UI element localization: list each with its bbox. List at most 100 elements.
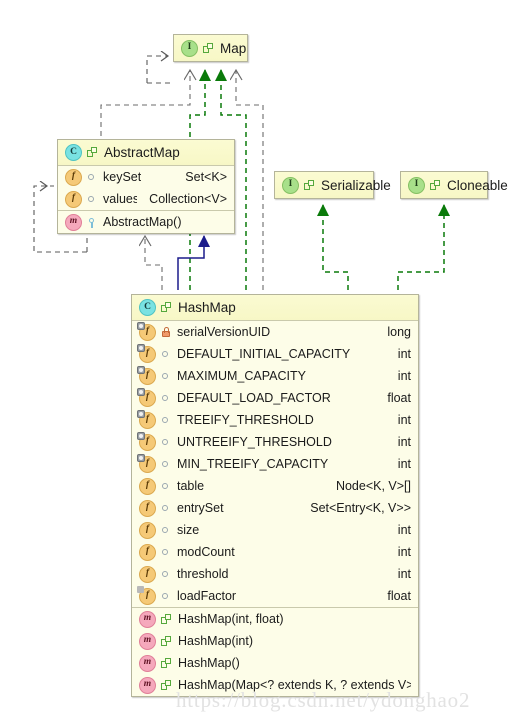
- field-icon: f: [65, 168, 82, 186]
- field-name: loadFactor: [177, 589, 237, 603]
- visibility-public-icon: [86, 194, 97, 205]
- visibility-public-icon: [160, 481, 171, 492]
- field-type: int: [397, 457, 411, 471]
- type-tag-icon: [203, 42, 214, 54]
- class-title-abstractmap: C AbstractMap: [58, 140, 234, 165]
- static-field-icon: f: [137, 453, 156, 473]
- visibility-public-icon: [160, 393, 171, 404]
- fields-compartment-abstractmap: f keySet Set<K> f values Collection<V>: [58, 165, 234, 210]
- field-name: threshold: [177, 567, 229, 581]
- visibility-public-icon: [160, 349, 171, 360]
- method-row[interactable]: m HashMap(): [132, 652, 418, 674]
- field-icon: f: [139, 543, 156, 561]
- static-field-icon: f: [137, 431, 156, 451]
- field-row[interactable]: f MIN_TREEIFY_CAPACITY int: [132, 453, 418, 475]
- field-icon: f: [65, 190, 82, 208]
- type-tag-icon: [161, 657, 172, 669]
- field-row[interactable]: f entrySet Set<Entry<K, V>>: [132, 497, 418, 519]
- class-box-map[interactable]: I Map: [173, 34, 248, 62]
- field-name: size: [177, 523, 200, 537]
- field-icon: f: [139, 499, 156, 517]
- visibility-public-icon: [160, 569, 171, 580]
- field-name: keySet: [103, 170, 142, 184]
- field-type: int: [397, 545, 411, 559]
- field-row[interactable]: f TREEIFY_THRESHOLD int: [132, 409, 418, 431]
- visibility-public-icon: [160, 503, 171, 514]
- method-icon: m: [139, 610, 156, 628]
- method-name: HashMap(int, float): [178, 612, 284, 626]
- visibility-public-icon: [160, 437, 171, 448]
- field-row[interactable]: f serialVersionUID long: [132, 321, 418, 343]
- interface-icon: I: [181, 39, 198, 57]
- class-box-abstractmap[interactable]: C AbstractMap f keySet Set<K> f values C…: [57, 139, 235, 234]
- field-type: float: [387, 391, 411, 405]
- methods-compartment-abstractmap: m AbstractMap(): [58, 210, 234, 233]
- method-row[interactable]: m HashMap(int, float): [132, 608, 418, 630]
- field-row[interactable]: f values Collection<V>: [58, 188, 234, 210]
- field-icon: f: [139, 521, 156, 539]
- field-type: Node<K, V>[]: [335, 479, 411, 493]
- field-name: TREEIFY_THRESHOLD: [177, 413, 314, 427]
- field-row[interactable]: f keySet Set<K>: [58, 166, 234, 188]
- method-icon: m: [139, 632, 156, 650]
- field-icon: f: [139, 565, 156, 583]
- field-icon: f: [139, 477, 156, 495]
- class-icon: C: [65, 144, 82, 161]
- static-field-icon: f: [137, 343, 156, 363]
- field-name: MAXIMUM_CAPACITY: [177, 369, 306, 383]
- field-row[interactable]: f MAXIMUM_CAPACITY int: [132, 365, 418, 387]
- visibility-public-icon: [160, 371, 171, 382]
- field-row[interactable]: f DEFAULT_LOAD_FACTOR float: [132, 387, 418, 409]
- field-type: int: [397, 413, 411, 427]
- class-title-cloneable: I Cloneable: [401, 172, 508, 198]
- class-name-abstractmap: AbstractMap: [104, 145, 180, 160]
- field-type: float: [387, 589, 411, 603]
- field-row[interactable]: f DEFAULT_INITIAL_CAPACITY int: [132, 343, 418, 365]
- method-row[interactable]: m AbstractMap(): [58, 211, 234, 233]
- field-type: Collection<V>: [149, 192, 227, 206]
- static-field-icon: f: [137, 387, 156, 407]
- class-name-hashmap: HashMap: [178, 300, 236, 315]
- field-name: entrySet: [177, 501, 224, 515]
- class-name-serializable: Serializable: [321, 177, 391, 193]
- static-field-icon: f: [137, 409, 156, 429]
- field-row[interactable]: f size int: [132, 519, 418, 541]
- field-type: int: [397, 347, 411, 361]
- interface-icon: I: [282, 176, 299, 194]
- type-tag-icon: [304, 179, 315, 191]
- field-row[interactable]: f UNTREEIFY_THRESHOLD int: [132, 431, 418, 453]
- class-title-serializable: I Serializable: [275, 172, 391, 198]
- field-name: serialVersionUID: [177, 325, 271, 339]
- diagram-canvas: I Map C AbstractMap f keySet Set<K> f va…: [0, 0, 512, 718]
- field-type: long: [387, 325, 411, 339]
- visibility-public-icon: [160, 591, 171, 602]
- field-name: DEFAULT_INITIAL_CAPACITY: [177, 347, 351, 361]
- field-name: table: [177, 479, 205, 493]
- class-box-cloneable[interactable]: I Cloneable: [400, 171, 508, 199]
- field-name: modCount: [177, 545, 235, 559]
- fields-compartment-hashmap: f serialVersionUID long f DEFAULT_INITIA…: [132, 320, 418, 607]
- class-icon: C: [139, 299, 156, 316]
- class-box-serializable[interactable]: I Serializable: [274, 171, 391, 199]
- method-icon: m: [139, 676, 156, 694]
- type-tag-icon: [161, 302, 172, 313]
- method-icon: m: [139, 654, 156, 672]
- field-row[interactable]: f loadFactor float: [132, 585, 418, 607]
- field-row[interactable]: f table Node<K, V>[]: [132, 475, 418, 497]
- static-field-icon: f: [137, 321, 156, 341]
- visibility-private-icon: [160, 327, 171, 338]
- visibility-public-icon: [160, 459, 171, 470]
- type-tag-icon: [161, 679, 172, 691]
- method-name: HashMap(): [178, 656, 240, 670]
- watermark-text: https://blog.csdn.net/ydonghao2: [176, 688, 471, 712]
- field-type: int: [397, 435, 411, 449]
- field-row[interactable]: f modCount int: [132, 541, 418, 563]
- methods-compartment-hashmap: m HashMap(int, float) m HashMap(int) m H…: [132, 607, 418, 696]
- type-tag-icon: [161, 635, 172, 647]
- static-field-icon: f: [137, 365, 156, 385]
- field-type: int: [397, 369, 411, 383]
- field-row[interactable]: f threshold int: [132, 563, 418, 585]
- class-name-cloneable: Cloneable: [447, 177, 508, 193]
- class-box-hashmap[interactable]: C HashMap f serialVersionUID long f DEFA…: [131, 294, 419, 697]
- method-row[interactable]: m HashMap(int): [132, 630, 418, 652]
